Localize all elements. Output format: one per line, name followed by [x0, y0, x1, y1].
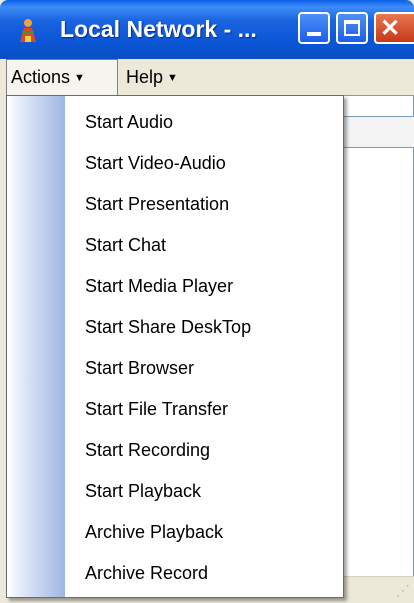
menu-help-label: Help	[126, 67, 164, 87]
menu-item-start-playback[interactable]: Start Playback	[65, 471, 343, 512]
menu-help[interactable]: Help ▼	[122, 59, 178, 95]
chevron-down-icon: ▼	[167, 72, 178, 85]
chevron-down-icon: ▼	[74, 72, 85, 85]
resize-grip-icon[interactable]: ⋰	[396, 583, 410, 597]
app-icon[interactable]	[16, 18, 40, 44]
minimize-icon	[307, 32, 321, 36]
menu-bar: Actions ▼ Help ▼	[0, 59, 414, 95]
menu-item-start-audio[interactable]: Start Audio	[65, 102, 343, 143]
maximize-icon	[344, 20, 360, 36]
menu-item-start-browser[interactable]: Start Browser	[65, 348, 343, 389]
menu-item-start-share-desktop[interactable]: Start Share DeskTop	[65, 307, 343, 348]
menu-item-start-chat[interactable]: Start Chat	[65, 225, 343, 266]
menu-gutter	[7, 96, 65, 597]
actions-dropdown-menu: Start Audio Start Video-Audio Start Pres…	[6, 95, 344, 598]
close-button[interactable]: ✕	[374, 12, 414, 44]
close-icon: ✕	[380, 15, 401, 42]
menu-item-archive-record[interactable]: Archive Record	[65, 553, 343, 594]
maximize-button[interactable]	[336, 12, 368, 44]
menu-item-start-presentation[interactable]: Start Presentation	[65, 184, 343, 225]
text-field[interactable]	[340, 116, 414, 148]
menu-item-archive-playback[interactable]: Archive Playback	[65, 512, 343, 553]
application-window: Local Network - ... ✕ Actions ▼ Help ▼ ⋰ S…	[0, 0, 414, 603]
title-bar[interactable]: Local Network - ... ✕	[0, 0, 414, 59]
minimize-button[interactable]	[298, 12, 330, 44]
window-title: Local Network - ...	[60, 16, 257, 42]
menu-item-start-video-audio[interactable]: Start Video-Audio	[65, 143, 343, 184]
menu-item-start-recording[interactable]: Start Recording	[65, 430, 343, 471]
menu-actions-label: Actions	[11, 67, 71, 87]
menu-item-start-media-player[interactable]: Start Media Player	[65, 266, 343, 307]
menu-actions[interactable]: Actions ▼	[6, 59, 118, 95]
menu-item-start-file-transfer[interactable]: Start File Transfer	[65, 389, 343, 430]
